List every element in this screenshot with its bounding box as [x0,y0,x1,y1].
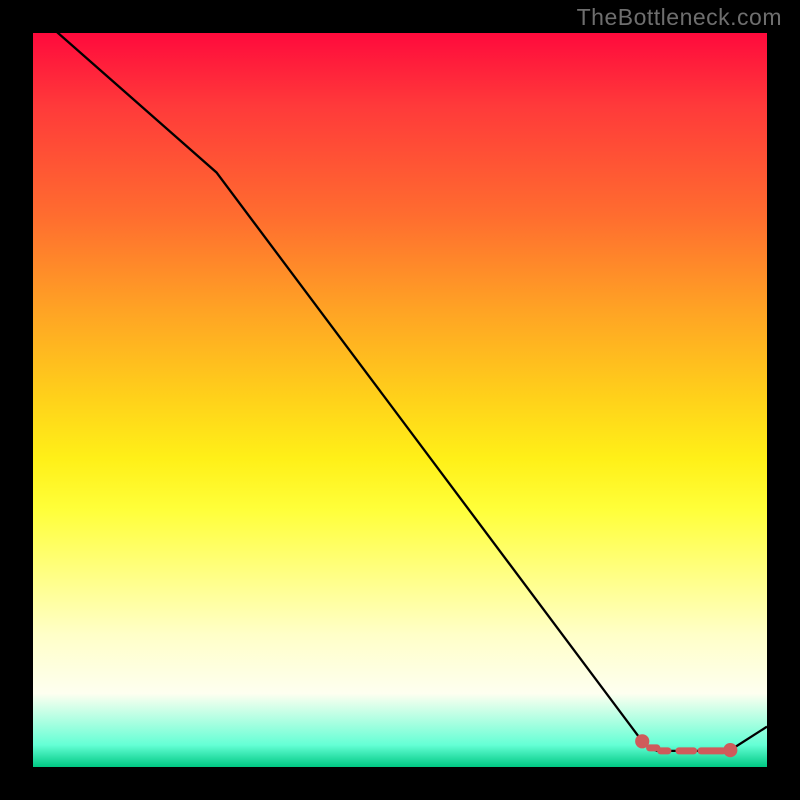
curve-line [33,33,767,751]
watermark-label: TheBottleneck.com [577,4,782,31]
chart-overlay-svg [33,33,767,767]
marker-layer [636,735,737,757]
chart-frame: TheBottleneck.com [0,0,800,800]
data-point [724,744,737,757]
